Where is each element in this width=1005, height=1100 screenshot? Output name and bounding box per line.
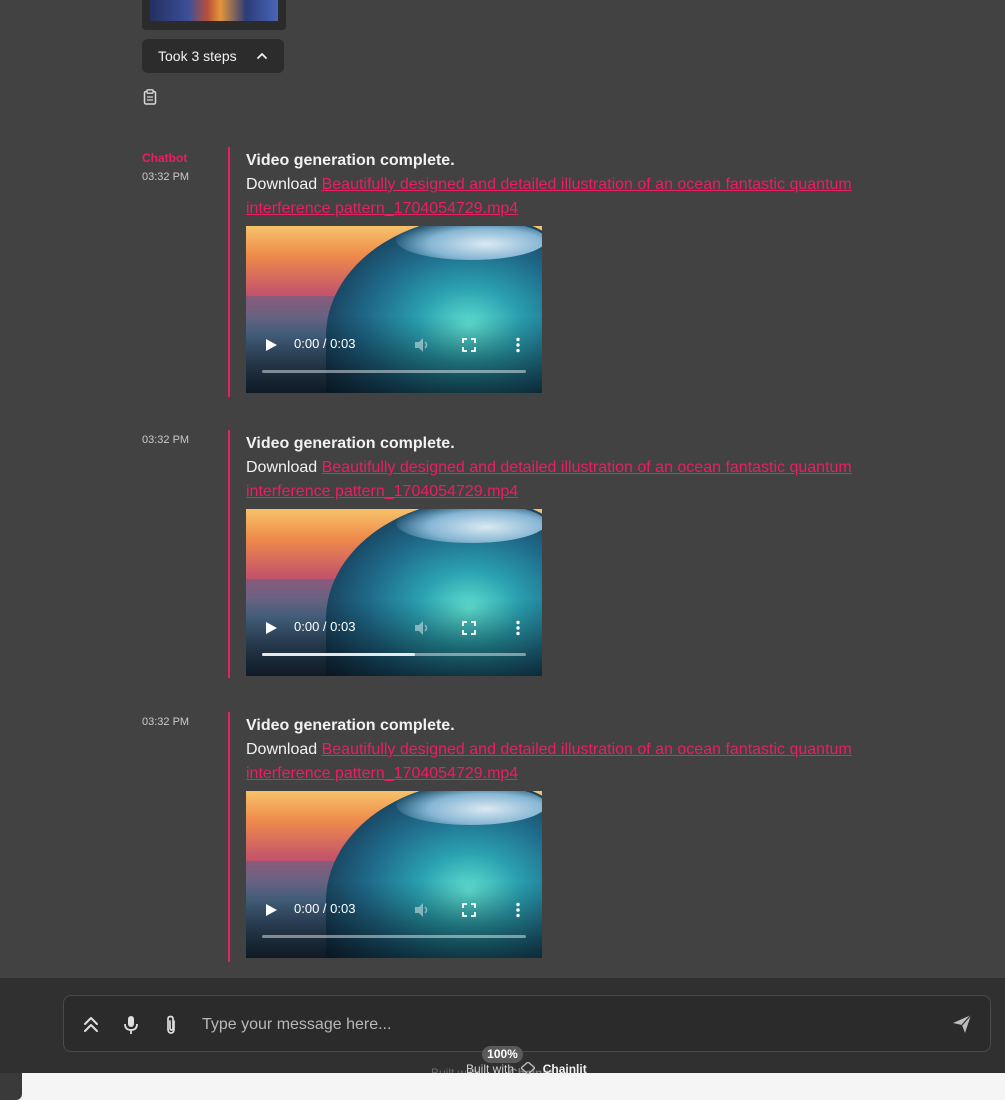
previous-image-thumbnail[interactable] <box>142 0 286 30</box>
play-icon[interactable] <box>264 338 278 352</box>
message-input[interactable] <box>200 1013 924 1037</box>
chevron-up-icon <box>257 53 267 59</box>
message-body: Video generation complete. Download Beau… <box>246 714 916 786</box>
more-options-icon[interactable] <box>514 620 522 636</box>
message-accent-bar <box>228 430 230 678</box>
video-time: 0:00 / 0:03 <box>294 619 356 634</box>
download-line: Download Beautifully designed and detail… <box>246 738 916 786</box>
double-chevron-up-icon[interactable] <box>82 1015 100 1035</box>
volume-icon[interactable] <box>414 902 430 918</box>
download-link[interactable]: Beautifully designed and detailed illust… <box>246 741 852 782</box>
built-with-chainlit[interactable]: Built with Chainlit <box>466 1061 587 1076</box>
thumbnail-image <box>150 0 278 21</box>
download-line: Download Beautifully designed and detail… <box>246 456 916 504</box>
message-composer <box>63 995 991 1052</box>
built-with-label: Built with <box>466 1062 515 1076</box>
video-time: 0:00 / 0:03 <box>294 336 356 351</box>
play-icon[interactable] <box>264 903 278 917</box>
took-steps-button[interactable]: Took 3 steps <box>142 39 284 73</box>
took-steps-label: Took 3 steps <box>158 48 237 64</box>
chainlit-brand: Chainlit <box>542 1062 587 1076</box>
message-body: Video generation complete. Download Beau… <box>246 149 916 221</box>
video-controls: 0:00 / 0:03 <box>246 334 542 374</box>
volume-icon[interactable] <box>414 620 430 636</box>
seek-buffered <box>262 653 416 656</box>
video-player[interactable]: 0:00 / 0:03 <box>246 791 542 958</box>
download-prefix: Download <box>246 176 322 193</box>
download-link[interactable]: Beautifully designed and detailed illust… <box>246 459 852 500</box>
more-options-icon[interactable] <box>514 337 522 353</box>
video-controls: 0:00 / 0:03 <box>246 899 542 939</box>
more-options-icon[interactable] <box>514 902 522 918</box>
volume-icon[interactable] <box>414 337 430 353</box>
download-prefix: Download <box>246 741 322 758</box>
message-timestamp: 03:32 PM <box>142 171 190 183</box>
video-time: 0:00 / 0:03 <box>294 901 356 916</box>
video-seek-bar[interactable] <box>262 653 526 656</box>
message-body: Video generation complete. Download Beau… <box>246 432 916 504</box>
video-seek-bar[interactable] <box>262 935 526 938</box>
paperclip-icon[interactable] <box>162 1015 180 1035</box>
download-line: Download Beautifully designed and detail… <box>246 173 916 221</box>
host-taskbar <box>0 1073 1005 1100</box>
download-prefix: Download <box>246 459 322 476</box>
fullscreen-icon[interactable] <box>462 903 476 917</box>
play-icon[interactable] <box>264 621 278 635</box>
clipboard-icon[interactable] <box>143 89 157 105</box>
message-title: Video generation complete. <box>246 435 455 452</box>
message-timestamp: 03:32 PM <box>142 434 190 446</box>
fullscreen-icon[interactable] <box>462 338 476 352</box>
taskbar-edge <box>0 1073 22 1100</box>
video-player[interactable]: 0:00 / 0:03 <box>246 226 542 393</box>
fullscreen-icon[interactable] <box>462 621 476 635</box>
microphone-icon[interactable] <box>122 1015 140 1035</box>
message-title: Video generation complete. <box>246 717 455 734</box>
message-accent-bar <box>228 712 230 962</box>
video-seek-bar[interactable] <box>262 370 526 373</box>
message-timestamp: 03:32 PM <box>142 716 190 728</box>
video-player[interactable]: 0:00 / 0:03 <box>246 509 542 676</box>
send-icon[interactable] <box>952 1014 972 1034</box>
download-link[interactable]: Beautifully designed and detailed illust… <box>246 176 852 217</box>
message-accent-bar <box>228 147 230 397</box>
message-author: Chatbot <box>142 151 188 165</box>
zoom-level-badge: 100% <box>482 1046 523 1063</box>
video-controls: 0:00 / 0:03 <box>246 617 542 657</box>
chainlit-logo-icon <box>520 1061 537 1075</box>
message-title: Video generation complete. <box>246 152 455 169</box>
